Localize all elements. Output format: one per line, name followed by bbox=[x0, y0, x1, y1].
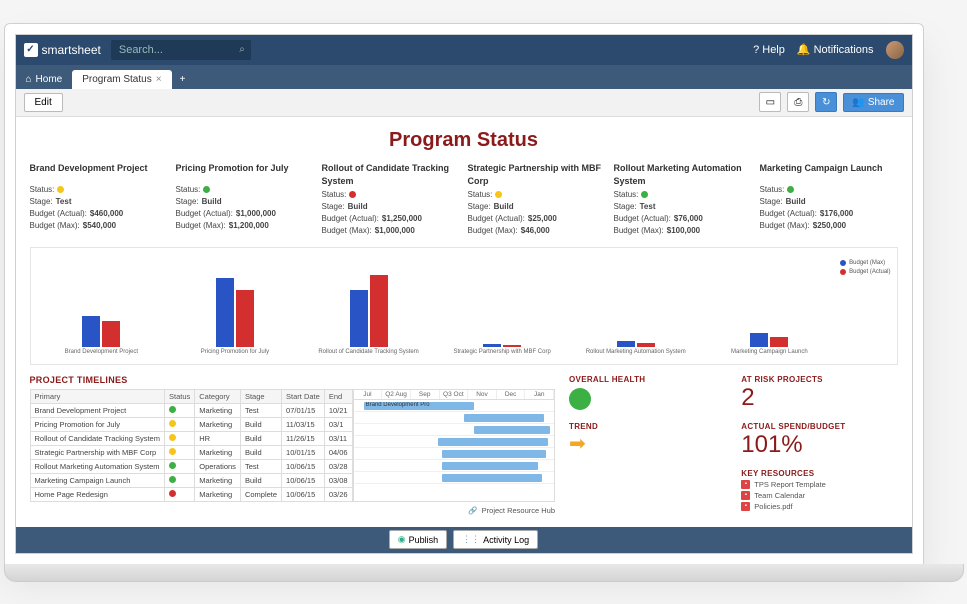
top-bar: ✓ smartsheet ⌕ ? Help 🔔 Notifications bbox=[16, 35, 912, 65]
file-icon: ▪ bbox=[741, 480, 750, 489]
table-row[interactable]: Brand Development ProjectMarketingTest07… bbox=[30, 403, 352, 417]
tab-bar: ⌂ Home Program Status × + bbox=[16, 65, 912, 89]
table-row[interactable]: Rollout of Candidate Tracking SystemHRBu… bbox=[30, 431, 352, 445]
avatar[interactable] bbox=[886, 41, 904, 59]
file-icon: ▪ bbox=[741, 502, 750, 511]
status-dot-icon bbox=[169, 490, 176, 497]
project-card: Brand Development Project Status: Stage:… bbox=[30, 162, 168, 237]
notifications-link[interactable]: 🔔 Notifications bbox=[797, 43, 874, 56]
health-dot-icon bbox=[569, 388, 591, 410]
help-icon: ? bbox=[753, 44, 759, 56]
table-row[interactable]: Rollout Marketing Automation SystemOpera… bbox=[30, 459, 352, 473]
project-card: Marketing Campaign Launch Status: Stage:… bbox=[760, 162, 898, 237]
present-icon[interactable]: ▭ bbox=[759, 92, 781, 112]
status-dot-icon bbox=[169, 476, 176, 483]
globe-icon: ◉ bbox=[398, 534, 406, 545]
spend-value: 101% bbox=[741, 431, 897, 459]
trend-arrow-icon: ➡ bbox=[569, 431, 725, 456]
card-title: Strategic Partnership with MBF Corp bbox=[468, 162, 606, 189]
card-title: Rollout of Candidate Tracking System bbox=[322, 162, 460, 189]
activity-log-button[interactable]: ⋮⋮Activity Log bbox=[453, 530, 538, 549]
at-risk-value: 2 bbox=[741, 384, 897, 412]
kpi-trend: TREND ➡ bbox=[569, 422, 725, 463]
timelines-title: PROJECT TIMELINES bbox=[30, 375, 556, 385]
kpi-panel: OVERALL HEALTH AT RISK PROJECTS 2 TREND … bbox=[569, 375, 897, 515]
bottom-bar: ◉Publish ⋮⋮Activity Log bbox=[16, 527, 912, 553]
card-title: Brand Development Project bbox=[30, 162, 168, 184]
close-icon[interactable]: × bbox=[156, 74, 162, 85]
logo-mark-icon: ✓ bbox=[24, 43, 38, 57]
gantt-chart: JulQ2 AugSepQ3 OctNovDecJan Brand Develo… bbox=[353, 389, 555, 502]
tab-home[interactable]: ⌂ Home bbox=[16, 70, 73, 89]
print-icon[interactable]: ⎙ bbox=[787, 92, 809, 112]
chart-legend: Budget (Max)Budget (Actual) bbox=[840, 256, 890, 356]
kpi-spend: ACTUAL SPEND/BUDGET 101% bbox=[741, 422, 897, 463]
kpi-at-risk: AT RISK PROJECTS 2 bbox=[741, 375, 897, 416]
refresh-icon[interactable]: ↻ bbox=[815, 92, 837, 112]
status-dot-icon bbox=[169, 448, 176, 455]
status-dot-icon bbox=[169, 434, 176, 441]
file-icon: ▪ bbox=[741, 491, 750, 500]
link-icon: 🔗 bbox=[468, 506, 477, 515]
help-link[interactable]: ? Help bbox=[753, 44, 785, 56]
bell-icon: 🔔 bbox=[797, 43, 811, 56]
timelines-table: PrimaryStatusCategoryStageStart DateEndB… bbox=[30, 389, 353, 502]
table-row[interactable]: Marketing Campaign LaunchMarketingBuild1… bbox=[30, 473, 352, 487]
project-card: Pricing Promotion for July Status: Stage… bbox=[176, 162, 314, 237]
table-row[interactable]: Strategic Partnership with MBF CorpMarke… bbox=[30, 445, 352, 459]
people-icon: 👥 bbox=[852, 97, 864, 108]
tab-program-status[interactable]: Program Status × bbox=[72, 70, 171, 89]
project-timelines: PROJECT TIMELINES PrimaryStatusCategoryS… bbox=[30, 375, 556, 515]
resource-item[interactable]: ▪Team Calendar bbox=[741, 491, 897, 500]
card-title: Rollout Marketing Automation System bbox=[614, 162, 752, 189]
status-dot-icon bbox=[169, 420, 176, 427]
brand-logo: ✓ smartsheet bbox=[24, 43, 101, 57]
resource-item[interactable]: ▪Policies.pdf bbox=[741, 502, 897, 511]
status-dot-icon bbox=[169, 462, 176, 469]
status-dot-icon bbox=[349, 191, 356, 198]
resource-hub-link[interactable]: 🔗 Project Resource Hub bbox=[30, 506, 556, 515]
status-dot-icon bbox=[57, 186, 64, 193]
card-title: Pricing Promotion for July bbox=[176, 162, 314, 184]
activity-icon: ⋮⋮ bbox=[462, 534, 480, 545]
status-dot-icon bbox=[495, 191, 502, 198]
table-row[interactable]: Home Page RedesignMarketingComplete10/06… bbox=[30, 487, 352, 501]
kpi-overall-health: OVERALL HEALTH bbox=[569, 375, 725, 416]
status-dot-icon bbox=[641, 191, 648, 198]
project-card: Rollout Marketing Automation System Stat… bbox=[614, 162, 752, 237]
dashboard-content: Program Status Brand Development Project… bbox=[16, 117, 912, 527]
summary-cards: Brand Development Project Status: Stage:… bbox=[30, 162, 898, 237]
status-dot-icon bbox=[787, 186, 794, 193]
search-input[interactable] bbox=[111, 40, 251, 60]
project-card: Rollout of Candidate Tracking System Sta… bbox=[322, 162, 460, 237]
budget-chart: Brand Development ProjectPricing Promoti… bbox=[30, 247, 898, 365]
share-button[interactable]: 👥Share bbox=[843, 93, 903, 112]
tab-add-button[interactable]: + bbox=[172, 70, 194, 89]
brand-text: smartsheet bbox=[42, 43, 101, 57]
kpi-resources: KEY RESOURCES ▪TPS Report Template▪Team … bbox=[741, 469, 897, 515]
project-card: Strategic Partnership with MBF Corp Stat… bbox=[468, 162, 606, 237]
edit-button[interactable]: Edit bbox=[24, 93, 63, 112]
search-icon[interactable]: ⌕ bbox=[239, 44, 245, 55]
home-icon: ⌂ bbox=[26, 74, 32, 85]
status-dot-icon bbox=[169, 406, 176, 413]
resource-item[interactable]: ▪TPS Report Template bbox=[741, 480, 897, 489]
status-dot-icon bbox=[203, 186, 210, 193]
table-row[interactable]: Pricing Promotion for JulyMarketingBuild… bbox=[30, 417, 352, 431]
page-title: Program Status bbox=[30, 129, 898, 152]
toolbar: Edit ▭ ⎙ ↻ 👥Share bbox=[16, 89, 912, 117]
publish-button[interactable]: ◉Publish bbox=[389, 530, 447, 549]
card-title: Marketing Campaign Launch bbox=[760, 162, 898, 184]
